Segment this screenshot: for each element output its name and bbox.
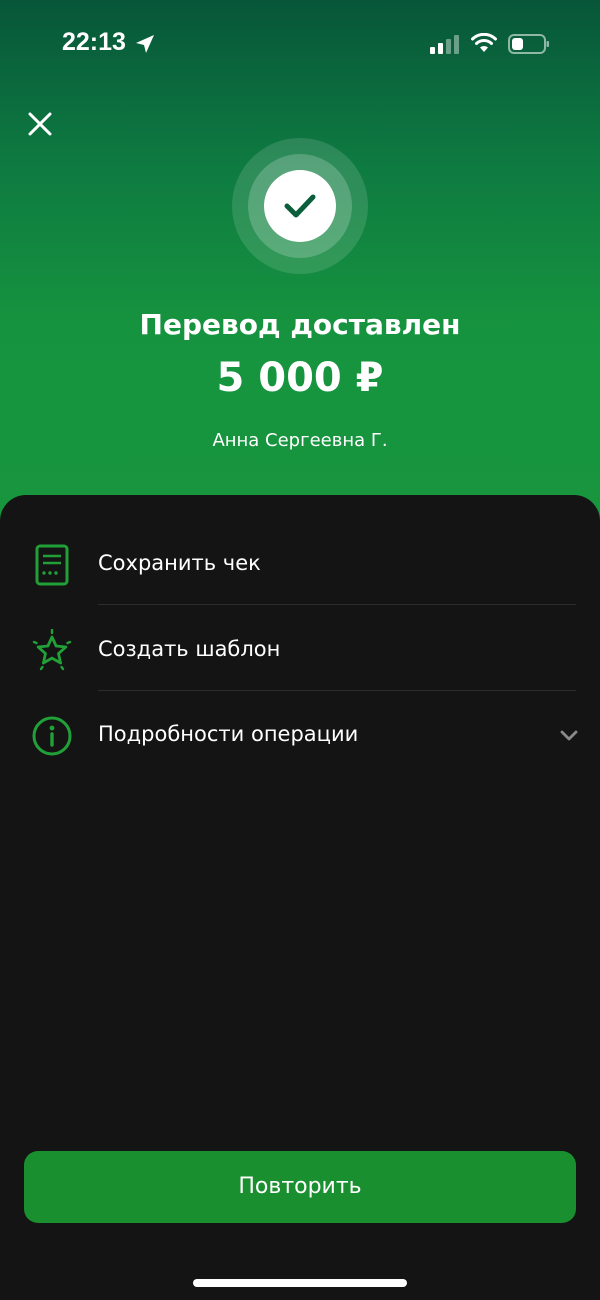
status-bar: 22:13: [0, 0, 600, 90]
cellular-signal-icon: [430, 35, 459, 54]
chevron-down-icon[interactable]: [556, 726, 582, 746]
recipient-name: Анна Сергеевна Г.: [212, 430, 388, 451]
close-icon[interactable]: [26, 110, 54, 138]
action-label: Создать шаблон: [98, 637, 281, 661]
location-arrow-icon: [136, 35, 154, 53]
action-label: Сохранить чек: [98, 551, 261, 575]
battery-icon: [508, 34, 549, 54]
success-header: 22:13 Перевод доставлен 5 000 ₽ Анна Сер…: [0, 0, 600, 540]
save-receipt-button[interactable]: Сохранить чек: [0, 519, 600, 605]
wifi-icon: [471, 33, 497, 52]
home-indicator[interactable]: [193, 1279, 407, 1287]
transfer-amount: 5 000 ₽: [216, 355, 384, 401]
create-template-button[interactable]: Создать шаблон: [0, 605, 600, 691]
info-icon: [32, 716, 72, 756]
receipt-icon: [35, 544, 69, 586]
repeat-button[interactable]: Повторить: [24, 1151, 576, 1223]
action-label: Подробности операции: [98, 722, 359, 746]
page-title: Перевод доставлен: [139, 308, 461, 341]
star-icon: [32, 629, 72, 671]
operation-details-button[interactable]: Подробности операции: [0, 690, 600, 776]
checkmark-icon: [284, 194, 316, 218]
success-badge: [232, 138, 368, 274]
status-time: 22:13: [62, 28, 126, 56]
